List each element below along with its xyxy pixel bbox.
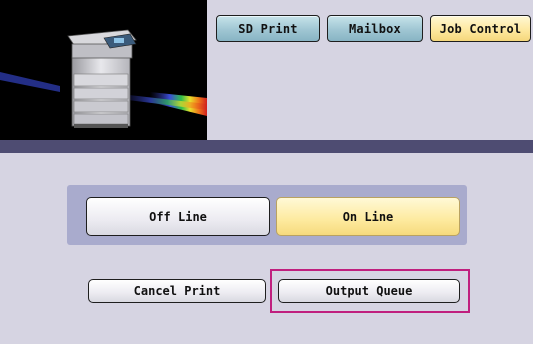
printer-image-panel xyxy=(0,0,207,140)
tab-sd-print[interactable]: SD Print xyxy=(216,15,320,42)
job-control-screen: SD Print Mailbox Job Control Off Line On… xyxy=(0,0,533,344)
tab-mailbox[interactable]: Mailbox xyxy=(327,15,423,42)
cancel-print-button[interactable]: Cancel Print xyxy=(88,279,266,303)
tab-job-control[interactable]: Job Control xyxy=(430,15,531,42)
output-queue-highlight xyxy=(270,269,470,313)
on-line-button[interactable]: On Line xyxy=(276,197,460,236)
header-divider-band xyxy=(0,140,533,153)
off-line-button[interactable]: Off Line xyxy=(86,197,270,236)
multifunction-printer-image xyxy=(0,29,207,128)
